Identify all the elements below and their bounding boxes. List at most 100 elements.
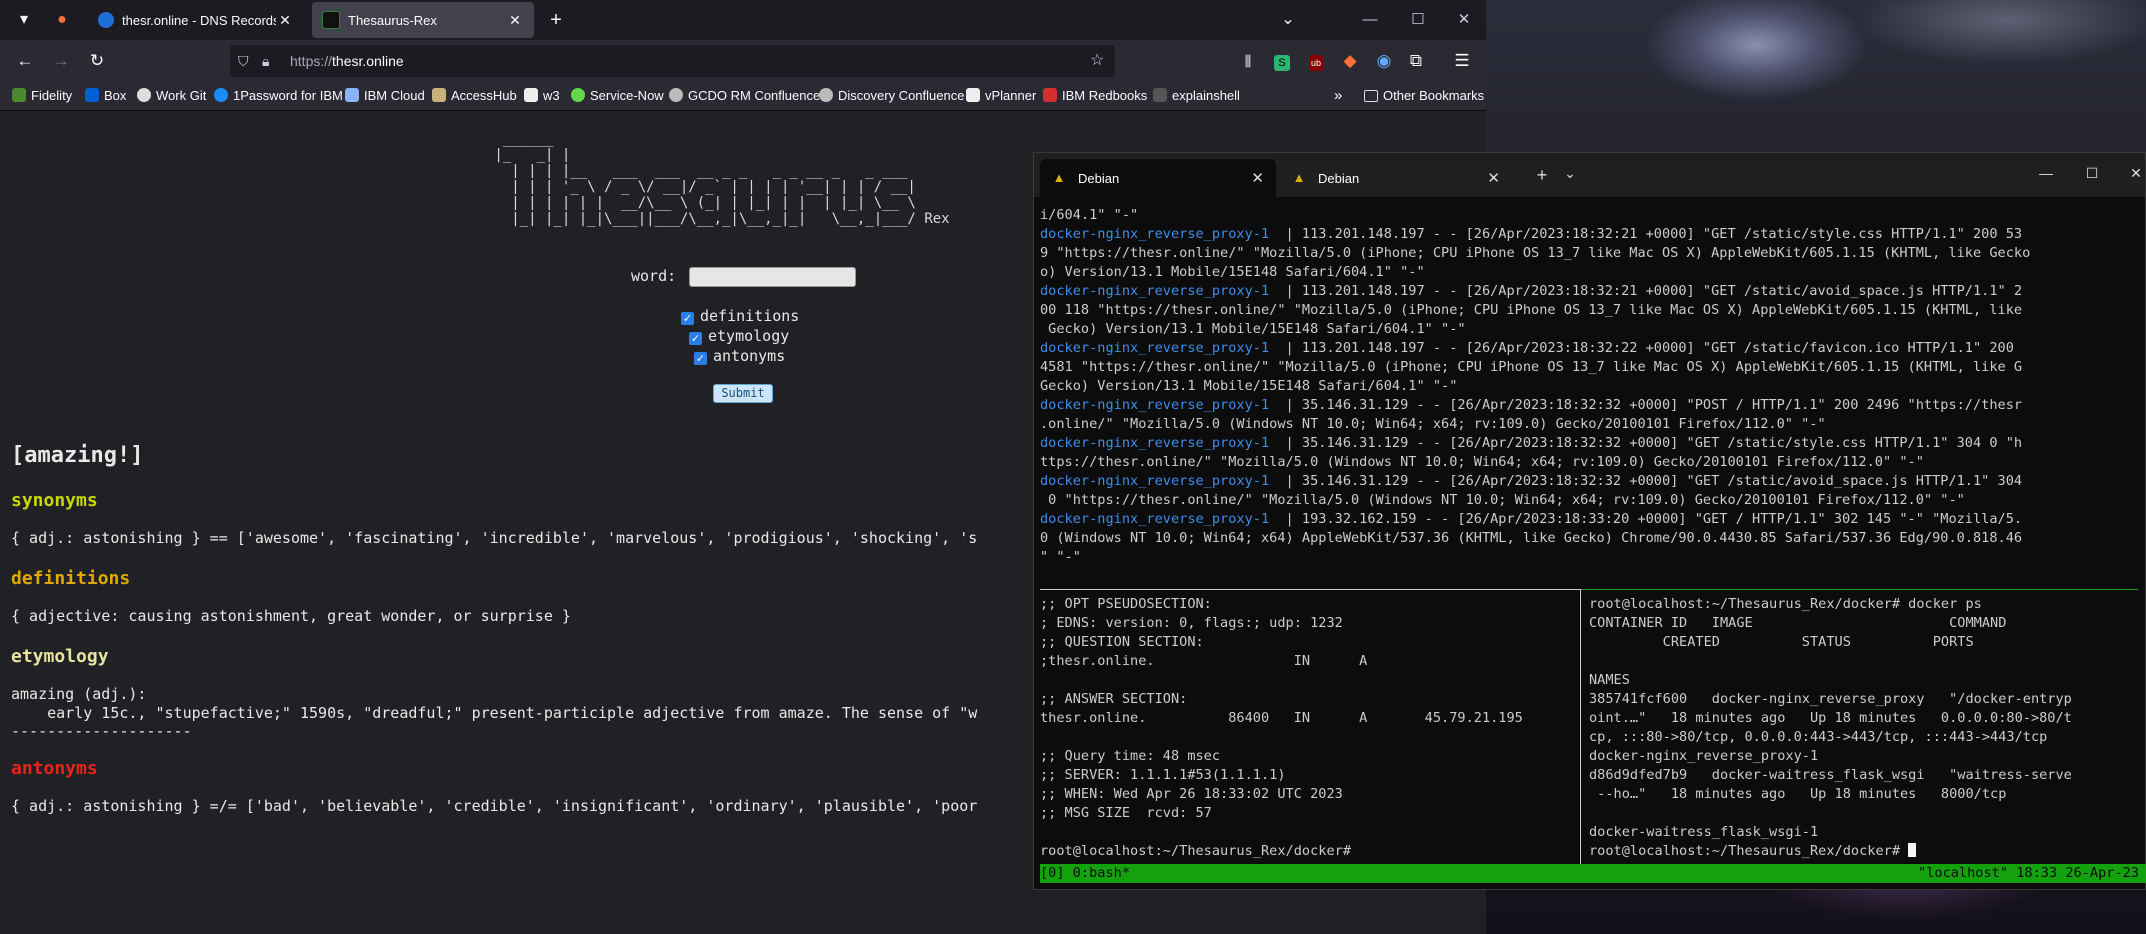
penguin-icon: ▲ <box>1292 170 1306 185</box>
other-bookmarks[interactable]: Other Bookmarks <box>1364 82 1484 110</box>
bookmark-fidelity[interactable]: Fidelity <box>12 82 72 110</box>
1password-icon <box>214 88 228 102</box>
extension-fox-icon[interactable]: ◆ <box>1338 49 1362 73</box>
log-text: o) Version/13.1 Mobile/15E148 Safari/604… <box>1040 264 1425 280</box>
bookmark-work-git[interactable]: Work Git <box>137 82 206 110</box>
log-line: docker-nginx_reverse_proxy-1 | 113.201.1… <box>1040 339 2014 358</box>
close-tab-icon[interactable]: ✕ <box>1487 169 1500 187</box>
servicenow-icon <box>571 88 585 102</box>
container-prefix: docker-nginx_reverse_proxy-1 <box>1040 340 1270 356</box>
more-bookmarks-chevron-icon[interactable]: » <box>1334 82 1342 110</box>
submit-button[interactable]: Submit <box>713 384 773 403</box>
synonyms-text: { adj.: astonishing } == ['awesome', 'fa… <box>11 529 978 547</box>
back-icon[interactable]: ← <box>13 49 37 73</box>
terminal-close-icon[interactable]: ✕ <box>2118 165 2146 182</box>
docker-ps-line: CONTAINER ID IMAGE COMMAND <box>1589 615 2007 631</box>
minimize-icon[interactable]: — <box>1350 8 1390 32</box>
shell-prompt: root@localhost:~/Thesaurus_Rex/docker# <box>1589 842 1917 861</box>
tab-dns-records[interactable]: thesr.online - DNS Records | Lin ✕ <box>88 2 304 38</box>
option-definitions[interactable]: ✓ definitions <box>681 307 799 325</box>
terminal-tab-label: Debian <box>1318 170 1360 186</box>
terminal-dropdown-icon[interactable]: ⌄ <box>1552 165 1588 182</box>
dig-output-line: ;thesr.online. IN A <box>1040 653 1368 669</box>
terminal-maximize-icon[interactable]: ☐ <box>2074 165 2110 182</box>
log-text: i/604.1" "-" <box>1040 207 1139 223</box>
bookmark-service-now[interactable]: Service-Now <box>571 82 664 110</box>
bookmark-1password[interactable]: 1Password for IBM <box>214 82 343 110</box>
reload-icon[interactable]: ↻ <box>85 49 109 73</box>
bookmark-star-icon[interactable]: ☆ <box>1090 45 1104 77</box>
antonyms-heading: antonyms <box>11 758 98 779</box>
docker-ps-line: cp, :::80->80/tcp, 0.0.0.0:443->443/tcp,… <box>1589 729 2048 745</box>
extensions-puzzle-icon[interactable]: ⧉ <box>1404 49 1428 73</box>
log-text: | 113.201.148.197 - - [26/Apr/2023:18:32… <box>1269 283 2023 299</box>
terminal-tab-label: Debian <box>1078 170 1120 186</box>
dig-output-line: ;; ANSWER SECTION: <box>1040 691 1188 707</box>
terminal-tab-debian-2[interactable]: ▲ Debian ✕ <box>1280 159 1512 197</box>
docker-ps-line: root@localhost:~/Thesaurus_Rex/docker# d… <box>1589 596 1982 612</box>
bookmark-explainshell[interactable]: explainshell <box>1153 82 1240 110</box>
bookmark-box[interactable]: Box <box>85 82 126 110</box>
accesshub-icon <box>432 88 446 102</box>
log-line: 0 (Windows NT 10.0; Win64; x64) AppleWeb… <box>1040 529 2022 548</box>
log-line: 9 "https://thesr.online/" "Mozilla/5.0 (… <box>1040 244 2030 263</box>
close-window-icon[interactable]: ✕ <box>1444 8 1484 32</box>
close-tab-icon[interactable]: ✕ <box>506 12 524 29</box>
url-text[interactable]: https://thesr.online <box>290 45 404 77</box>
extension-s-icon[interactable]: S <box>1270 49 1294 73</box>
option-antonyms[interactable]: ✓ antonyms <box>694 347 785 365</box>
docker-ps-line: NAMES <box>1589 672 1630 688</box>
tab-title: thesr.online - DNS Records | Lin <box>122 12 276 28</box>
dig-output-line: ;; Query time: 48 msec <box>1040 748 1221 764</box>
log-line: docker-nginx_reverse_proxy-1 | 113.201.1… <box>1040 282 2022 301</box>
checkbox-checked-icon[interactable]: ✓ <box>689 332 702 345</box>
list-tabs-chevron-icon[interactable]: ⌄ <box>1276 8 1300 32</box>
lock-icon[interactable]: 🔒︎ <box>262 45 269 77</box>
forward-icon[interactable]: → <box>49 49 73 73</box>
close-tab-icon[interactable]: ✕ <box>276 12 294 29</box>
bookmark-w3[interactable]: w3 <box>524 82 560 110</box>
bookmark-accesshub[interactable]: AccessHub <box>432 82 517 110</box>
tab-bar: ▾ ● thesr.online - DNS Records | Lin ✕ T… <box>0 0 1486 40</box>
new-tab-icon[interactable]: + <box>544 8 568 32</box>
pane-divider-active <box>1581 589 2138 590</box>
address-bar[interactable]: ⛉ 🔒︎ https://thesr.online ☆ <box>230 45 1115 77</box>
list-all-tabs-icon[interactable]: ▾ <box>12 8 36 32</box>
bookmark-gcdo-confluence[interactable]: GCDO RM Confluence <box>669 82 820 110</box>
firefox-view-icon[interactable]: ● <box>50 8 74 32</box>
bookmark-vplanner[interactable]: vPlanner <box>966 82 1036 110</box>
bookmark-ibm-redbooks[interactable]: IBM Redbooks <box>1043 82 1147 110</box>
terminal-tab-debian-1[interactable]: ▲ Debian ✕ <box>1040 159 1276 197</box>
extension-ublock-icon[interactable]: ub <box>1304 49 1328 73</box>
container-prefix: docker-nginx_reverse_proxy-1 <box>1040 283 1270 299</box>
log-line: docker-nginx_reverse_proxy-1 | 193.32.16… <box>1040 510 2022 529</box>
close-tab-icon[interactable]: ✕ <box>1251 169 1264 187</box>
tab-title: Thesaurus-Rex <box>348 12 437 28</box>
docker-ps-line: --ho…" 18 minutes ago Up 18 minutes 8000… <box>1589 786 2007 802</box>
log-text: | 35.146.31.129 - - [26/Apr/2023:18:32:3… <box>1269 435 2023 451</box>
explainshell-icon <box>1153 88 1167 102</box>
antonyms-text: { adj.: astonishing } =/= ['bad', 'belie… <box>11 797 978 815</box>
bookmark-discovery-confluence[interactable]: Discovery Confluence <box>819 82 964 110</box>
box-icon <box>85 88 99 102</box>
log-line: " "-" <box>1040 548 1081 567</box>
etymology-heading: etymology <box>11 646 109 667</box>
library-icon[interactable]: ⫼ <box>1236 49 1260 73</box>
option-etymology[interactable]: ✓ etymology <box>689 327 789 345</box>
checkbox-checked-icon[interactable]: ✓ <box>681 312 694 325</box>
extension-shield-icon[interactable]: ◉ <box>1372 49 1396 73</box>
bookmark-ibm-cloud[interactable]: IBM Cloud <box>345 82 425 110</box>
word-input[interactable] <box>689 267 856 287</box>
container-prefix: docker-nginx_reverse_proxy-1 <box>1040 226 1270 242</box>
container-prefix: docker-nginx_reverse_proxy-1 <box>1040 473 1270 489</box>
log-line: ttps://thesr.online/" "Mozilla/5.0 (Wind… <box>1040 453 1924 472</box>
tab-thesaurus-rex[interactable]: Thesaurus-Rex ✕ <box>312 2 534 38</box>
checkbox-checked-icon[interactable]: ✓ <box>694 352 707 365</box>
globe-icon <box>819 88 833 102</box>
terminal-minimize-icon[interactable]: — <box>2028 165 2064 181</box>
log-text: ttps://thesr.online/" "Mozilla/5.0 (Wind… <box>1040 454 1924 470</box>
windows-terminal: ▲ Debian ✕ ▲ Debian ✕ + ⌄ — ☐ ✕ [0] 0:ba… <box>1033 152 2146 890</box>
maximize-icon[interactable]: ☐ <box>1398 8 1438 32</box>
tracking-shield-icon[interactable]: ⛉ <box>238 45 249 77</box>
menu-hamburger-icon[interactable]: ☰ <box>1450 49 1474 73</box>
